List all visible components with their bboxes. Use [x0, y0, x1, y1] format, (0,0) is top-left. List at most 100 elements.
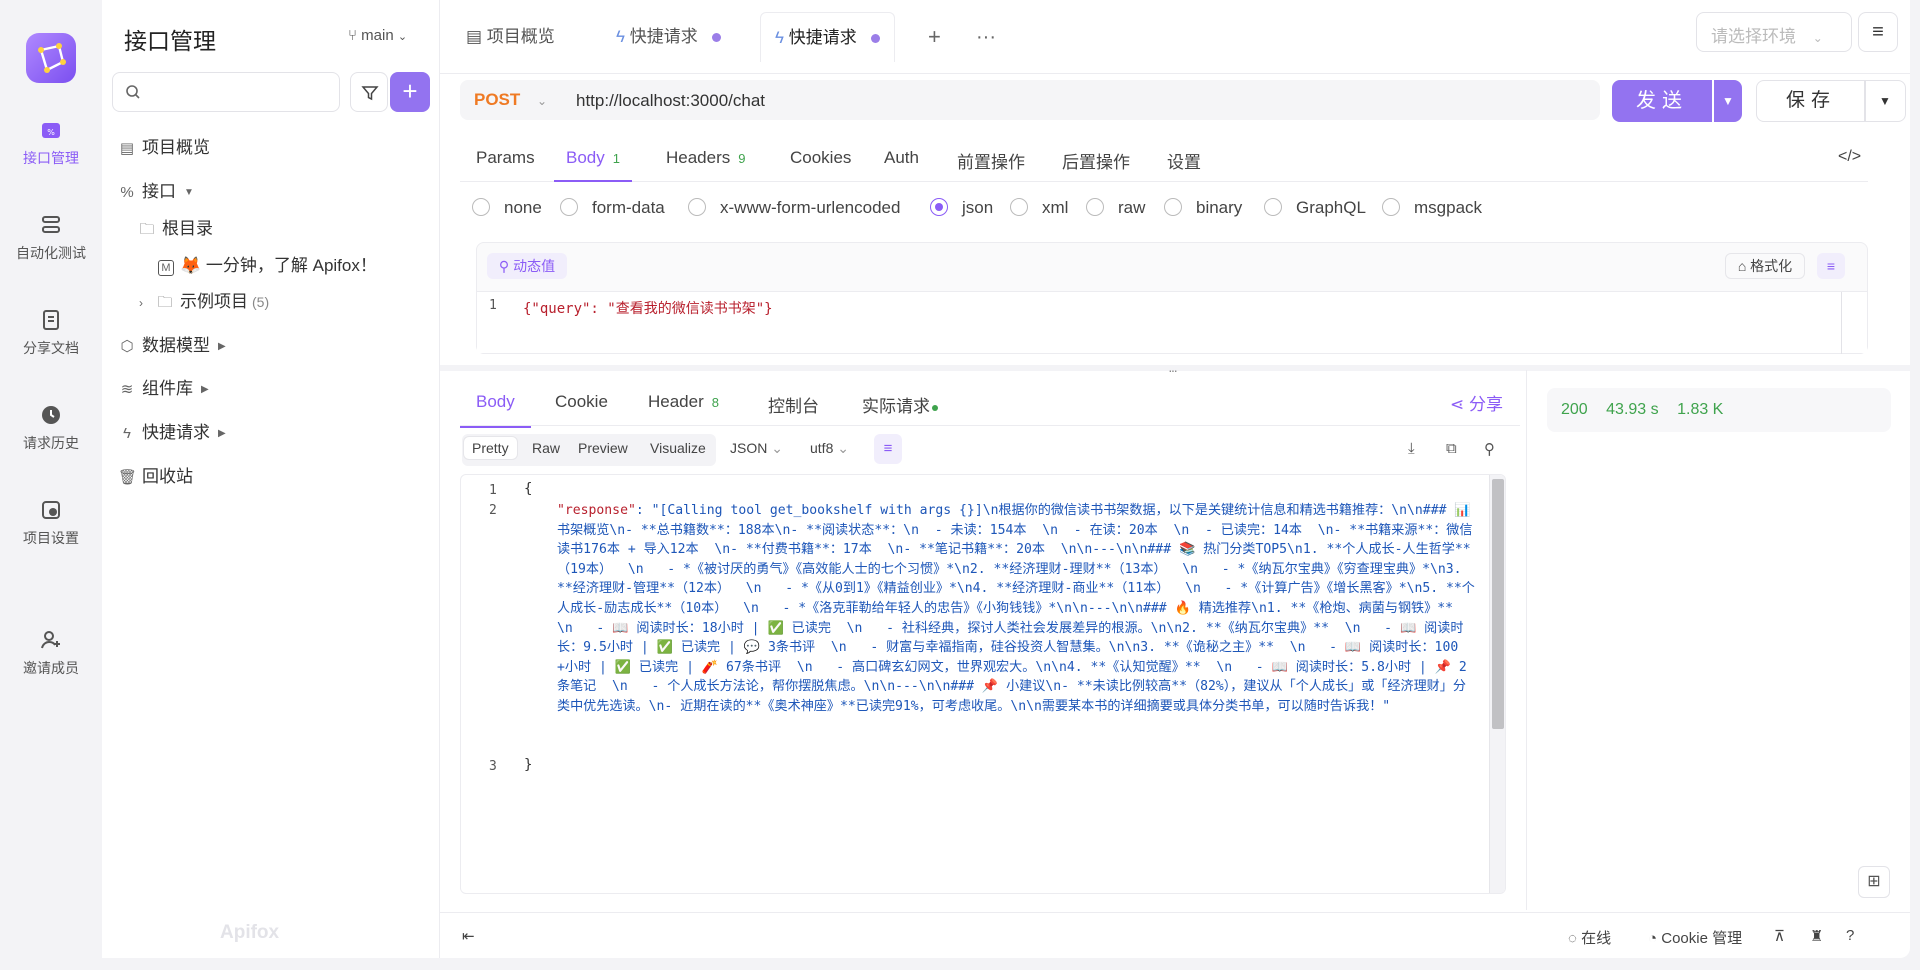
tab-params[interactable]: Params — [476, 148, 535, 168]
rail-item-invite[interactable]: 邀请成员 — [0, 628, 102, 678]
tab-overview[interactable]: ▤ 项目概览 — [466, 12, 555, 62]
view-visualize[interactable]: Visualize — [650, 440, 706, 456]
radio-graphql[interactable]: GraphQL — [1264, 197, 1366, 218]
search-icon[interactable]: ⚲ — [1484, 440, 1495, 458]
line-number: 1 — [489, 298, 497, 313]
url-bar: POST ⌄ http://localhost:3000/chat — [460, 80, 1600, 120]
resp-tab-cookie[interactable]: Cookie — [555, 392, 608, 412]
radio-none[interactable]: none — [472, 197, 542, 218]
environment-select[interactable]: 请选择环境 ⌄ — [1696, 12, 1852, 52]
radio-form-data[interactable]: form-data — [560, 197, 665, 218]
tree-item-trash[interactable]: 🗑 回收站 — [118, 462, 193, 487]
radio-json[interactable]: json — [930, 197, 993, 218]
folder-icon: 🗀 — [139, 221, 155, 238]
tree-item-components[interactable]: ≋ 组件库 ▶ — [118, 374, 209, 399]
radio-urlencoded[interactable]: x-www-form-urlencoded — [688, 197, 900, 218]
filter-icon — [361, 86, 379, 101]
response-tabs: Body Cookie Header 8 控制台 实际请求 — [460, 384, 1520, 428]
tab-headers[interactable]: Headers 9 — [666, 148, 746, 168]
vertical-scrollbar[interactable] — [1489, 475, 1505, 893]
markdown-icon: M — [158, 260, 174, 276]
request-code-area[interactable]: 1 {"query": "查看我的微信读书书架"} — [477, 291, 1867, 354]
help-icon[interactable]: ? — [1846, 927, 1854, 944]
add-button[interactable]: + — [390, 72, 430, 112]
upload-icon[interactable]: ⊼ — [1774, 927, 1785, 945]
drag-handle-icon[interactable]: ··· — [1168, 362, 1178, 378]
save-button[interactable]: 保存 — [1756, 80, 1866, 122]
view-raw[interactable]: Raw — [532, 440, 560, 456]
tree-item-quick-requests[interactable]: ϟ 快捷请求 ▶ — [118, 418, 226, 443]
tree-item-root[interactable]: 🗀 根目录 — [138, 214, 213, 244]
layout-toggle-icon[interactable]: ⊞ — [1858, 866, 1890, 898]
radio-xml[interactable]: xml — [1010, 197, 1068, 218]
tree-item-overview[interactable]: ▤ 项目概览 — [118, 133, 210, 158]
copy-icon[interactable]: ⧉ — [1446, 440, 1457, 457]
chevron-down-icon: ⌄ — [837, 440, 849, 456]
resp-tab-console[interactable]: 控制台 — [768, 392, 819, 417]
tab-auth[interactable]: Auth — [884, 148, 919, 168]
rail-item-share-doc[interactable]: 分享文档 — [0, 308, 102, 358]
tab-body[interactable]: Body 1 — [554, 148, 632, 182]
view-preview[interactable]: Preview — [578, 440, 628, 456]
share-button[interactable]: ⋖ 分享 — [1450, 390, 1503, 415]
status-dot — [932, 404, 938, 411]
online-status[interactable]: ◌ 在线 — [1568, 927, 1611, 948]
filter-button[interactable] — [350, 72, 388, 112]
send-button[interactable]: 发送 — [1612, 80, 1712, 122]
send-dropdown-button[interactable]: ▼ — [1714, 80, 1742, 122]
tab-settings[interactable]: 设置 — [1167, 148, 1201, 173]
branch-selector[interactable]: ⑂ main ⌄ — [348, 27, 407, 44]
request-body-editor: ⚲ 动态值 ⌂ 格式化 ≡ 1 {"query": "查看我的微信读书书架"} — [476, 242, 1868, 354]
url-input[interactable]: http://localhost:3000/chat — [576, 91, 765, 111]
chevron-down-icon: ▼ — [1722, 94, 1734, 108]
radio-msgpack[interactable]: msgpack — [1382, 197, 1482, 218]
generate-code-icon[interactable]: </> — [1838, 148, 1861, 166]
tab-cookies[interactable]: Cookies — [790, 148, 851, 168]
dynamic-value-button[interactable]: ⚲ 动态值 — [487, 253, 567, 279]
tab-quick-request-2[interactable]: ϟ 快捷请求 — [760, 12, 895, 62]
tab-quick-request-1[interactable]: ϟ 快捷请求 — [616, 12, 721, 62]
line-number: 2 — [489, 503, 497, 518]
view-pretty[interactable]: Pretty — [464, 437, 517, 459]
app-window: % 接口管理 自动化测试 分享文档 请求历史 项目设置 邀请成员 接口管理 ⑂ … — [0, 0, 1920, 970]
tree-item-doc[interactable]: M 🦊 一分钟，了解 Apifox！ — [158, 251, 377, 276]
resp-tab-actual-request[interactable]: 实际请求 — [862, 392, 938, 417]
format-select[interactable]: JSON ⌄ — [730, 440, 783, 457]
radio-raw[interactable]: raw — [1086, 197, 1145, 218]
tree-item-models[interactable]: ⬡ 数据模型 ▶ — [118, 331, 225, 356]
rail-item-automation[interactable]: 自动化测试 — [0, 213, 102, 263]
rail-item-history[interactable]: 请求历史 — [0, 403, 102, 453]
tree-item-examples[interactable]: › 🗀 示例项目 (5) — [132, 287, 269, 317]
tree-search-input[interactable] — [112, 72, 340, 112]
trash-icon: 🗑 — [118, 469, 138, 486]
menu-button[interactable]: ≡ — [1858, 12, 1898, 52]
lightning-icon: ϟ — [123, 425, 131, 442]
resp-tab-body[interactable]: Body — [460, 392, 531, 428]
shirt-icon[interactable]: ♜ — [1810, 927, 1823, 945]
rail-item-api[interactable]: % 接口管理 — [0, 118, 102, 168]
rail-item-settings[interactable]: 项目设置 — [0, 498, 102, 548]
collapse-sidebar-icon[interactable]: ⇤ — [462, 927, 475, 945]
chevron-right-icon: › — [139, 296, 143, 310]
tab-post-processors[interactable]: 后置操作 — [1062, 148, 1130, 173]
new-tab-button[interactable]: + — [928, 12, 941, 62]
cookie-manager[interactable]: ◔ Cookie 管理 — [1648, 927, 1742, 948]
tree-item-interfaces[interactable]: % 接口 ▼ — [118, 177, 194, 202]
download-icon[interactable]: ⤓ — [1408, 440, 1415, 457]
format-button[interactable]: ⌂ 格式化 — [1725, 253, 1805, 279]
encoding-select[interactable]: utf8 ⌄ — [810, 440, 849, 457]
save-dropdown-button[interactable]: ▼ — [1864, 80, 1906, 122]
history-icon — [42, 406, 60, 424]
view-mode-segmented: Pretty Raw Preview Visualize — [462, 434, 716, 466]
hamburger-icon: ≡ — [1872, 21, 1884, 43]
wrap-toggle-icon[interactable]: ≡ — [1817, 253, 1845, 279]
resp-tab-header[interactable]: Header 8 — [648, 392, 719, 412]
wrap-toggle-icon[interactable]: ≡ — [874, 434, 902, 464]
response-code-area[interactable]: 1 2 3 { "response": "[Calling tool get_b… — [460, 474, 1506, 894]
radio-binary[interactable]: binary — [1164, 197, 1242, 218]
chevron-down-icon: ⌄ — [1812, 31, 1823, 45]
scrollbar-thumb[interactable] — [1492, 479, 1504, 729]
more-tabs-button[interactable]: ··· — [976, 12, 996, 62]
tab-pre-processors[interactable]: 前置操作 — [957, 148, 1025, 173]
method-select[interactable]: POST ⌄ — [474, 90, 547, 110]
